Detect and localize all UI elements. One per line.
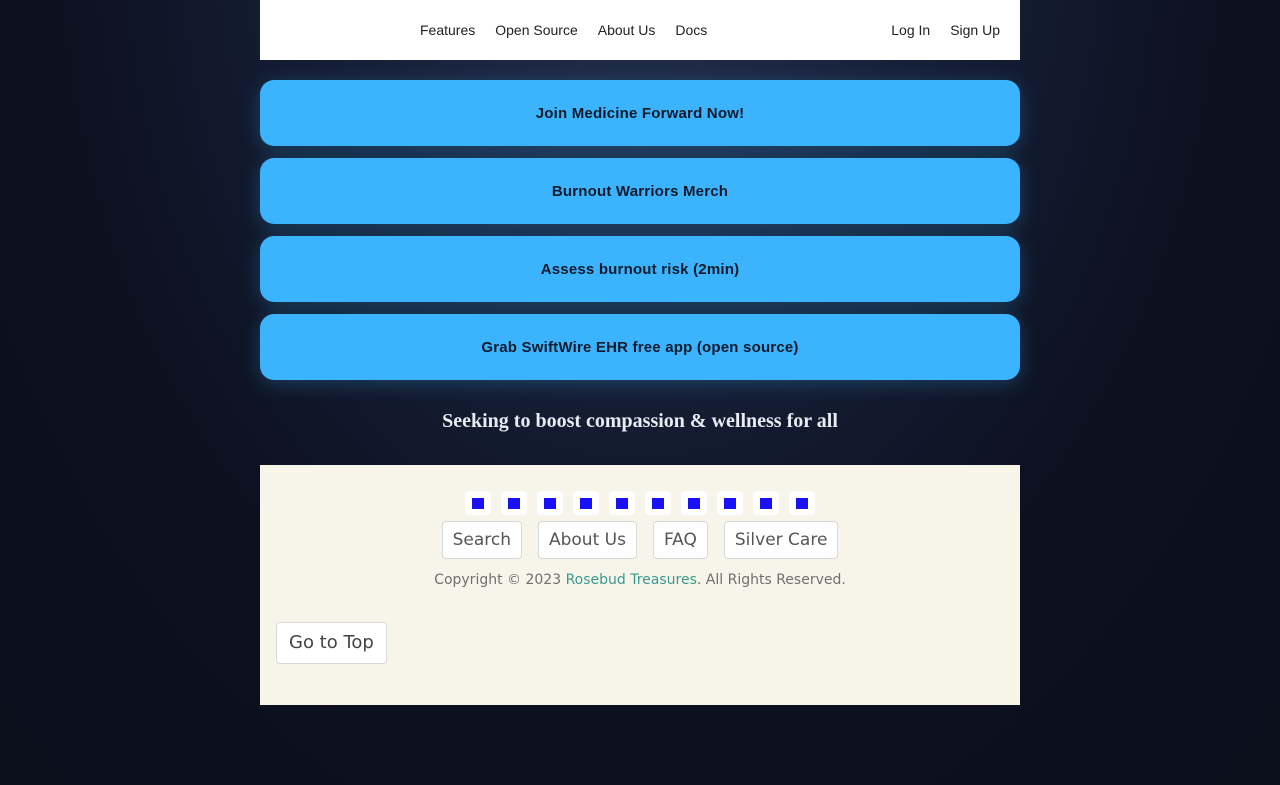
square-icon: [544, 497, 556, 509]
copyright-text: Copyright © 2023 Rosebud Treasures. All …: [260, 572, 1020, 588]
square-icon: [472, 497, 484, 509]
copyright-suffix: . All Rights Reserved.: [696, 572, 846, 588]
login-link[interactable]: Log In: [891, 22, 930, 38]
nav-link-features[interactable]: Features: [420, 22, 475, 38]
footer-link-faq[interactable]: FAQ: [652, 521, 708, 559]
square-icon: [724, 497, 736, 509]
nav-link-open-source[interactable]: Open Source: [495, 22, 578, 38]
join-medicine-forward-button[interactable]: Join Medicine Forward Now!: [260, 80, 1020, 146]
nav-link-about-us[interactable]: About Us: [598, 22, 656, 38]
footer-links: Search About Us FAQ Silver Care: [260, 521, 1020, 559]
social-icon[interactable]: [609, 491, 635, 515]
square-icon: [796, 497, 808, 509]
nav-link-docs[interactable]: Docs: [675, 22, 707, 38]
assess-burnout-risk-button[interactable]: Assess burnout risk (2min): [260, 236, 1020, 302]
square-icon: [760, 497, 772, 509]
square-icon: [580, 497, 592, 509]
burnout-warriors-merch-button[interactable]: Burnout Warriors Merch: [260, 158, 1020, 224]
square-icon: [652, 497, 664, 509]
signup-link[interactable]: Sign Up: [950, 22, 1000, 38]
social-icon[interactable]: [501, 491, 527, 515]
social-icon[interactable]: [717, 491, 743, 515]
footer-link-about-us[interactable]: About Us: [537, 521, 637, 559]
social-links: [260, 491, 1020, 515]
brand-link[interactable]: Rosebud Treasures: [566, 572, 697, 588]
social-icon[interactable]: [789, 491, 815, 515]
social-icon[interactable]: [573, 491, 599, 515]
nav-auth: Log In Sign Up: [871, 0, 1000, 60]
footer-link-search[interactable]: Search: [441, 521, 522, 559]
top-navbar: Features Open Source About Us Docs Log I…: [260, 0, 1020, 60]
social-icon[interactable]: [645, 491, 671, 515]
nav-links: Features Open Source About Us Docs: [420, 0, 727, 60]
social-icon[interactable]: [465, 491, 491, 515]
footer: Search About Us FAQ Silver Care Copyrigh…: [260, 465, 1020, 705]
tagline: Seeking to boost compassion & wellness f…: [442, 410, 838, 432]
social-icon[interactable]: [681, 491, 707, 515]
social-icon[interactable]: [753, 491, 779, 515]
copyright-prefix: Copyright © 2023: [434, 572, 566, 588]
square-icon: [688, 497, 700, 509]
swiftwire-ehr-app-button[interactable]: Grab SwiftWire EHR free app (open source…: [260, 314, 1020, 380]
social-icon[interactable]: [537, 491, 563, 515]
footer-link-silver-care[interactable]: Silver Care: [723, 521, 839, 559]
square-icon: [616, 497, 628, 509]
square-icon: [508, 497, 520, 509]
go-to-top-button[interactable]: Go to Top: [276, 622, 387, 664]
